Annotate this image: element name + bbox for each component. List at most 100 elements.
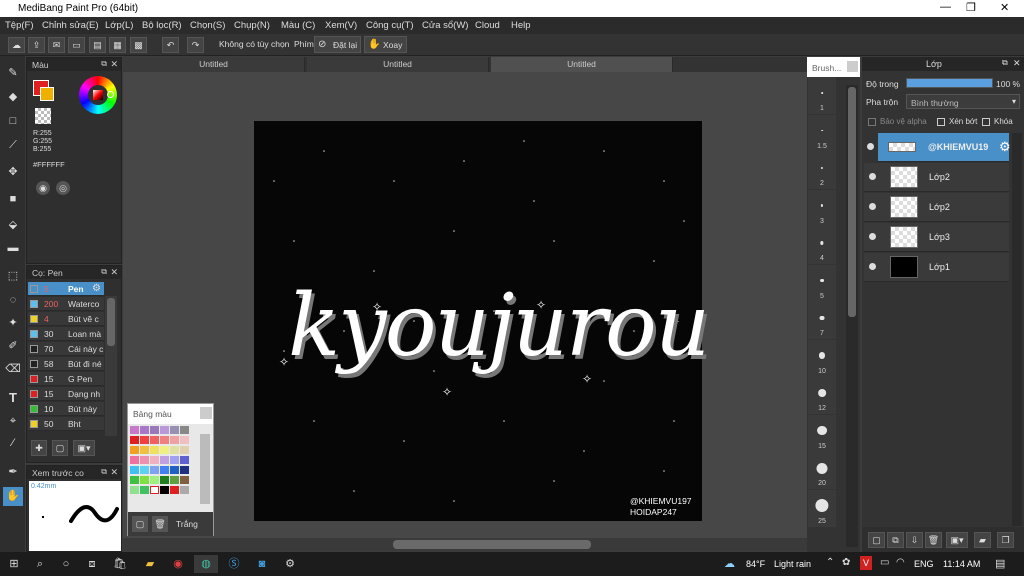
undo-button[interactable]: ↶ — [162, 37, 179, 53]
line-tool-icon[interactable]: ⟋ — [3, 136, 23, 155]
eye-icon[interactable] — [867, 143, 874, 150]
menu-help[interactable]: Help — [511, 20, 531, 31]
pen-list-item[interactable]: 200 Waterco — [28, 297, 104, 311]
rotate-button[interactable]: ✋ Xoay — [364, 36, 407, 53]
float-icon[interactable]: ⧉ — [1002, 58, 1008, 68]
menu-tools[interactable]: Công cụ(T) — [366, 20, 414, 31]
secondary-color-swatch[interactable] — [40, 87, 54, 101]
palette-color-cell[interactable] — [160, 436, 169, 444]
layer-row[interactable]: Lớp1 — [864, 253, 1009, 282]
hscroll-thumb[interactable] — [393, 540, 591, 549]
brush-add-icon[interactable]: ✚ — [31, 440, 47, 456]
weather-desc[interactable]: Light rain — [774, 559, 811, 569]
pen-list-item[interactable]: 70 Cái này c — [28, 342, 104, 356]
palette-color-cell[interactable] — [150, 456, 159, 464]
move-tool-icon[interactable]: ✥ — [3, 163, 23, 182]
palette-color-cell[interactable] — [140, 456, 149, 464]
lock-checkbox[interactable] — [982, 118, 990, 126]
layer-row[interactable]: Lớp2 — [864, 163, 1009, 192]
palette-color-cell[interactable] — [170, 486, 179, 494]
close-button[interactable]: ✕ — [1000, 1, 1009, 14]
brush-size-option[interactable]: 4 — [808, 227, 836, 264]
palette-color-cell[interactable] — [130, 476, 139, 484]
layers-icon[interactable]: ▦ — [109, 37, 126, 53]
eraser-tool-icon[interactable]: ◆ — [3, 88, 23, 107]
palette-color-cell[interactable] — [170, 426, 179, 434]
layer-scrollbar[interactable] — [1012, 133, 1022, 526]
pen-settings-gear-icon[interactable]: ⚙ — [92, 283, 101, 294]
panel-close-icon[interactable]: ✕ — [110, 467, 118, 478]
panel-close-icon[interactable]: ✕ — [1013, 58, 1021, 69]
pen-list-item[interactable]: 15 Dạng nh — [28, 387, 104, 401]
tray-app-icon[interactable]: ✿ — [842, 557, 850, 568]
redo-button[interactable]: ↷ — [187, 37, 204, 53]
brush-size-option[interactable]: 10 — [808, 339, 836, 377]
palette-color-cell[interactable] — [150, 486, 159, 494]
palette-color-cell[interactable] — [150, 476, 159, 484]
chrome-icon[interactable]: ◉ — [166, 555, 190, 573]
chevron-up-icon[interactable]: ⌃ — [826, 557, 834, 568]
delete-color-icon[interactable]: 🗑 — [152, 516, 168, 532]
float-icon[interactable]: ⧉ — [101, 267, 107, 277]
weather-temp[interactable]: 84°F — [746, 559, 765, 569]
palette-close-icon[interactable] — [200, 407, 212, 419]
gradient-tool-icon[interactable]: ▬ — [3, 239, 23, 258]
palette-color-cell[interactable] — [150, 426, 159, 434]
clipping-checkbox[interactable] — [937, 118, 945, 126]
palette-color-cell[interactable] — [170, 436, 179, 444]
opacity-slider[interactable] — [906, 78, 993, 88]
color-picker-icon[interactable]: ◎ — [56, 181, 70, 195]
brush-menu-icon[interactable]: ▣▾ — [73, 440, 95, 456]
eye-icon[interactable] — [869, 173, 876, 180]
chat-icon[interactable]: ✉ — [48, 37, 65, 53]
palette-color-cell[interactable] — [160, 476, 169, 484]
cloud-icon[interactable]: ☁ — [8, 37, 25, 53]
eye-icon[interactable] — [869, 263, 876, 270]
pen-list-item[interactable]: 4 Bút vẽ c — [28, 312, 104, 326]
float-icon[interactable]: ⧉ — [101, 467, 107, 477]
select-pen-icon[interactable]: ✐ — [3, 337, 23, 356]
palette-scrollbar[interactable] — [200, 434, 210, 504]
palette-color-cell[interactable] — [170, 456, 179, 464]
messenger-icon[interactable]: ◙ — [250, 555, 274, 573]
menu-capture[interactable]: Chụp(N) — [234, 20, 270, 31]
document-icon[interactable]: ▤ — [89, 37, 106, 53]
folder-icon[interactable]: ▰ — [974, 532, 991, 548]
task-view-icon[interactable]: ⧈ — [80, 555, 104, 573]
language-indicator[interactable]: ENG — [914, 559, 934, 569]
layer-row[interactable]: Lớp2 — [864, 193, 1009, 222]
operation-tool-icon[interactable]: ⌖ — [3, 412, 23, 431]
pen-list-item[interactable]: 10 Bút này — [28, 402, 104, 416]
palette-color-cell[interactable] — [150, 436, 159, 444]
brush-size-scrollbar[interactable] — [846, 85, 858, 547]
tab-untitled-3[interactable]: Untitled — [491, 57, 673, 72]
merge-layer-icon[interactable]: ⇩ — [906, 532, 923, 548]
pen-list-item[interactable]: 30 Loan mà — [28, 327, 104, 341]
layer-row[interactable]: @KHIEMVU19 ⚙ — [867, 133, 1011, 162]
clock[interactable]: 11:14 AM — [943, 559, 980, 569]
transparent-color-swatch[interactable] — [35, 108, 51, 124]
store-icon[interactable]: 🛍 — [108, 555, 132, 573]
layer-menu-icon[interactable]: ▣▾ — [946, 532, 968, 548]
artwork-canvas[interactable]: ✧ ✧ ✧ ✧ ✧ ✧ kyoujurou @KHIEMVU197 HOIDAP247 — [254, 121, 710, 521]
menu-select[interactable]: Chọn(S) — [190, 20, 225, 31]
float-icon[interactable]: ⧉ — [101, 59, 107, 69]
palette-color-cell[interactable] — [140, 426, 149, 434]
brush-size-option[interactable]: 7 — [808, 302, 836, 339]
palette-color-cell[interactable] — [160, 466, 169, 474]
canvas-hscrollbar[interactable] — [123, 538, 807, 551]
brush-size-option[interactable]: 5 — [808, 264, 836, 302]
battery-icon[interactable]: ▭ — [880, 557, 889, 568]
rectangle-tool-icon[interactable]: □ — [3, 112, 23, 131]
palette-color-cell[interactable] — [140, 466, 149, 474]
brush-size-option[interactable]: 1.5 — [808, 114, 836, 152]
palette-color-cell[interactable] — [180, 426, 189, 434]
palette-color-cell[interactable] — [150, 466, 159, 474]
select-rect-icon[interactable]: ⬚ — [3, 267, 23, 286]
panel-close-icon[interactable]: ✕ — [110, 59, 118, 70]
palette-color-cell[interactable] — [180, 446, 189, 454]
brush-size-option[interactable]: 25 — [808, 489, 836, 527]
dropper-icon[interactable]: ⁄ — [3, 434, 23, 453]
palette-color-cell[interactable] — [180, 456, 189, 464]
reset-button[interactable]: ⊘ Đặt lại — [314, 36, 361, 53]
